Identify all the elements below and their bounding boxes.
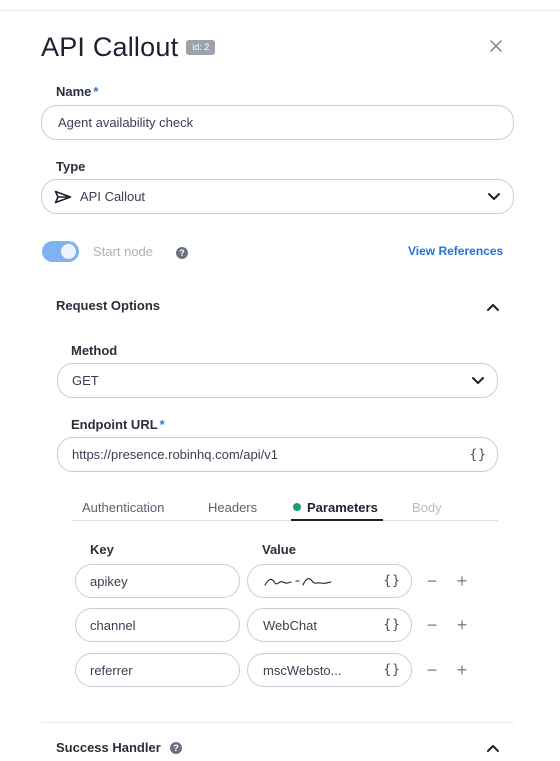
name-label: Name * — [56, 84, 98, 99]
param-key-input[interactable]: apikey — [75, 564, 240, 598]
key-column-header: Key — [90, 542, 114, 557]
tab-headers[interactable]: Headers — [208, 500, 257, 515]
view-references-link[interactable]: View References — [408, 244, 503, 258]
remove-param-button[interactable]: − — [425, 616, 439, 634]
section-divider — [41, 722, 514, 723]
tab-parameters[interactable]: Parameters — [293, 500, 378, 515]
start-node-toggle[interactable] — [42, 241, 79, 262]
param-value-input[interactable]: WebChat {} — [247, 608, 412, 642]
tab-parameters-label: Parameters — [307, 500, 378, 515]
active-tab-indicator — [291, 519, 383, 521]
variable-braces-button[interactable]: {} — [383, 574, 401, 589]
panel-header: API Callout id: 2 — [41, 32, 216, 63]
chevron-down-icon — [472, 376, 484, 384]
chevron-up-icon[interactable] — [486, 743, 500, 753]
method-select-value: GET — [72, 373, 99, 388]
name-input[interactable]: Agent availability check — [41, 105, 514, 140]
method-label: Method — [71, 343, 118, 358]
top-divider — [0, 10, 560, 11]
param-key-input[interactable]: channel — [75, 608, 240, 642]
endpoint-url-value: https://presence.robinhq.com/api/v1 — [72, 447, 278, 462]
name-input-value: Agent availability check — [58, 115, 194, 130]
request-options-title: Request Options — [56, 298, 161, 313]
variable-braces-button[interactable]: {} — [383, 618, 401, 633]
masked-value-scribble — [264, 578, 332, 586]
remove-param-button[interactable]: − — [425, 572, 439, 590]
add-param-button[interactable]: + — [455, 616, 469, 634]
toggle-knob — [61, 244, 76, 259]
param-key-input[interactable]: referrer — [75, 653, 240, 687]
variable-braces-button[interactable]: {} — [383, 663, 401, 678]
required-mark: * — [93, 84, 99, 99]
endpoint-url-input[interactable]: https://presence.robinhq.com/api/v1 {} — [57, 437, 498, 472]
id-badge: id: 2 — [186, 40, 216, 55]
param-value-input[interactable]: {} — [247, 564, 412, 598]
add-param-button[interactable]: + — [455, 661, 469, 679]
method-select[interactable]: GET — [57, 363, 498, 398]
endpoint-label-text: Endpoint URL — [71, 417, 158, 432]
param-value-text: WebChat — [263, 617, 317, 633]
endpoint-label: Endpoint URL * — [71, 417, 165, 432]
variable-braces-button[interactable]: {} — [469, 447, 487, 462]
help-icon[interactable]: ? — [176, 247, 188, 259]
close-icon — [490, 40, 502, 52]
start-node-label: Start node — [93, 244, 153, 259]
param-value-input[interactable]: mscWebsto... {} — [247, 653, 412, 687]
type-label: Type — [56, 159, 86, 174]
paper-plane-icon — [54, 190, 72, 203]
chevron-up-icon[interactable] — [486, 302, 500, 312]
value-column-header: Value — [262, 542, 296, 557]
remove-param-button[interactable]: − — [425, 661, 439, 679]
add-param-button[interactable]: + — [455, 572, 469, 590]
success-handler-title: Success Handler — [56, 740, 161, 755]
required-mark: * — [159, 417, 165, 432]
type-select[interactable]: API Callout — [41, 179, 514, 214]
name-label-text: Name — [56, 84, 92, 99]
tab-body[interactable]: Body — [412, 500, 442, 515]
chevron-down-icon — [488, 192, 500, 200]
tab-authentication[interactable]: Authentication — [82, 500, 164, 515]
panel-title: API Callout — [41, 32, 179, 62]
status-dot — [293, 503, 301, 511]
close-button[interactable] — [486, 36, 506, 56]
request-tabs: Authentication Headers Parameters Body — [72, 498, 498, 521]
help-icon[interactable]: ? — [170, 742, 182, 754]
param-value-text: mscWebsto... — [263, 662, 342, 678]
type-select-value: API Callout — [80, 189, 146, 204]
